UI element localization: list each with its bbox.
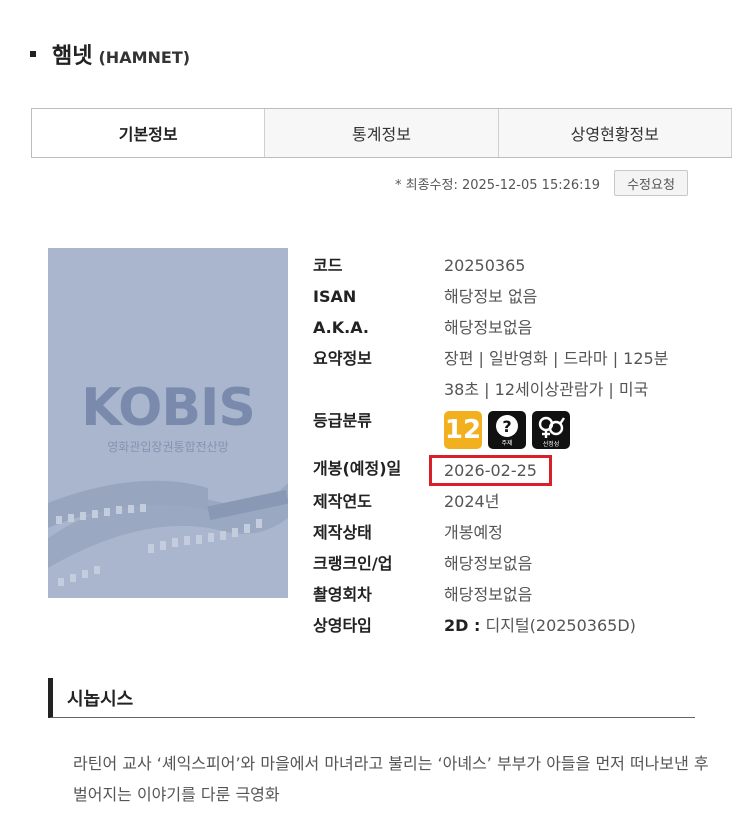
info-value: 해당정보없음 [444, 585, 533, 604]
screening-type: 2D : [444, 616, 481, 635]
gender-sexual-icon: 선정성 [532, 411, 570, 449]
info-label: 코드 [313, 256, 343, 275]
info-row-rating: 등급분류 12 ? 주제 선정성 [313, 405, 689, 453]
release-date-highlight: 2026-02-25 [429, 455, 552, 486]
info-row-code: 코드 20250365 [313, 250, 689, 281]
info-label: 제작상태 [313, 523, 372, 542]
info-row-release: 개봉(예정)일 2026-02-25 [313, 453, 689, 486]
info-row-aka: A.K.A. 해당정보없음 [313, 312, 689, 343]
rating-icons: 12 ? 주제 선정성 [444, 405, 570, 453]
movie-english-title: (HAMNET) [98, 48, 191, 67]
info-row-crankin: 크랭크인/업 해당정보없음 [313, 548, 689, 579]
info-label: ISAN [313, 287, 357, 306]
screening-value: 디지털(20250365D) [485, 616, 636, 635]
movie-title: 햄넷 [52, 44, 93, 69]
info-label: 요약정보 [313, 349, 372, 368]
info-value: 개봉예정 [444, 523, 503, 542]
svg-text:?: ? [502, 417, 511, 436]
info-label: 개봉(예정)일 [313, 459, 402, 478]
info-label: A.K.A. [313, 318, 369, 337]
info-label: 촬영회차 [313, 585, 372, 604]
info-value: 해당정보 없음 [444, 287, 538, 306]
sexual-caption: 선정성 [543, 440, 560, 448]
tab-statistics[interactable]: 통계정보 [265, 109, 499, 157]
info-row-screening: 상영타입 2D : 디지털(20250365D) [313, 610, 689, 641]
info-row-shots: 촬영회차 해당정보없음 [313, 579, 689, 610]
info-value: 2024년 [444, 492, 500, 511]
last-modified-text: * 최종수정: 2025-12-05 15:26:19 [395, 177, 601, 193]
info-value: 해당정보없음 [444, 318, 533, 337]
synopsis-heading: 시놉시스 [48, 678, 695, 718]
info-label: 크랭크인/업 [313, 554, 393, 573]
theme-caption: 주제 [501, 439, 512, 447]
tab-basic-info[interactable]: 기본정보 [32, 109, 266, 157]
synopsis-text: 라틴어 교사 ‘셰익스피어’와 마을에서 마녀라고 불리는 ‘아녜스’ 부부가 … [73, 754, 709, 804]
info-row-summary: 요약정보 장편 | 일반영화 | 드라마 | 125분 38초 | 12세이상관… [313, 343, 689, 405]
info-value: 해당정보없음 [444, 554, 533, 573]
kobis-subtitle: 영화관입장권통합전산망 [107, 440, 229, 454]
age-12-icon: 12 [444, 411, 482, 449]
info-label: 상영타입 [313, 616, 372, 635]
revision-info: * 최종수정: 2025-12-05 15:26:19 수정요청 [395, 170, 688, 196]
tab-screening-status[interactable]: 상영현황정보 [499, 109, 732, 157]
info-row-status: 제작상태 개봉예정 [313, 517, 689, 548]
info-value: 장편 | 일반영화 | 드라마 | 125분 38초 | 12세이상관람가 | … [444, 349, 669, 399]
info-label: 제작연도 [313, 492, 372, 511]
edit-request-button[interactable]: 수정요청 [614, 170, 688, 196]
info-row-year: 제작연도 2024년 [313, 486, 689, 517]
page-title: 햄넷 (HAMNET) [30, 38, 190, 70]
title-bullet [30, 51, 36, 57]
info-row-isan: ISAN 해당정보 없음 [313, 281, 689, 312]
poster-placeholder: KOBIS 영화관입장권통합전산망 [48, 248, 288, 598]
info-value: 20250365 [444, 256, 526, 275]
info-label: 등급분류 [313, 411, 372, 430]
question-theme-icon: ? 주제 [488, 411, 526, 449]
tab-bar: 기본정보 통계정보 상영현황정보 [31, 108, 732, 158]
kobis-logo: KOBIS [81, 378, 256, 438]
movie-info-table: 코드 20250365 ISAN 해당정보 없음 A.K.A. 해당정보없음 요… [313, 250, 689, 641]
